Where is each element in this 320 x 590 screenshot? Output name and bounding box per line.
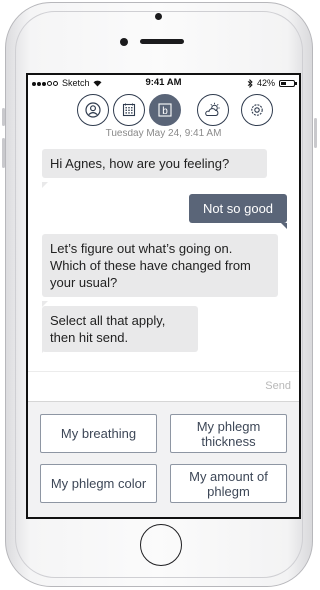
battery-icon [279,79,297,87]
chat-bubble-bot: Let’s figure out what’s going on. Which … [42,234,278,297]
nav-settings-button[interactable] [241,94,273,126]
calendar-grid-icon [122,103,136,117]
nav-calendar-button[interactable] [113,94,145,126]
chat-bubble-user: Not so good [189,194,287,223]
message-composer[interactable]: Send [28,371,299,402]
nav-profile-button[interactable] [77,94,109,126]
chat-bubble-bot: Hi Agnes, how are you feeling? [42,149,267,178]
b-logo-letter: b [162,106,168,117]
message-text: Hi Agnes, how are you feeling? [50,156,230,171]
status-right: 42% [247,78,297,88]
option-label: My phlegm color [50,476,147,491]
option-my-phlegm-color[interactable]: My phlegm color [40,464,157,503]
front-camera [120,38,128,46]
bluetooth-icon [247,78,253,88]
user-icon [85,102,101,118]
message-text: Select all that apply, then hit send. [50,313,166,345]
bubble-tail [281,223,287,229]
proximity-sensor [155,13,162,20]
volume-up-button [2,108,5,126]
chat-bubble-bot: Select all that apply, then hit send. [42,306,198,352]
option-label: My phlegm thickness [196,418,261,449]
status-bar: Sketch 9:41 AM 42% [28,75,299,91]
earpiece-speaker [140,39,184,44]
bubble-tail [42,347,48,353]
battery-fill [281,81,286,85]
weather-partly-cloudy-icon [205,102,220,116]
option-my-amount-of-phlegm[interactable]: My amount of phlegm [170,464,287,503]
answer-options-panel: My breathing My phlegm thickness My phle… [28,401,299,517]
chat-date-header: Tuesday May 24, 9:41 AM [28,129,299,138]
option-label: My amount of phlegm [189,468,268,499]
nav-chat-button[interactable]: b [149,94,181,126]
option-label: My breathing [60,426,137,441]
send-button[interactable]: Send [265,380,291,392]
power-button [314,118,317,148]
settings-icon [251,104,263,116]
option-my-breathing[interactable]: My breathing [40,414,157,453]
battery-percent: 42% [256,78,275,88]
home-button[interactable] [140,524,182,566]
app-screen: Sketch 9:41 AM 42% b Tuesday May 24, 9:4… [26,73,301,519]
bubble-tail [42,182,48,188]
b-logo-icon: b [158,103,172,117]
nav-weather-button[interactable] [197,94,229,126]
message-text: Let’s figure out what’s going on. Which … [50,241,251,290]
message-text: Not so good [202,201,274,216]
volume-down-button [2,138,5,168]
option-my-phlegm-thickness[interactable]: My phlegm thickness [170,414,287,453]
